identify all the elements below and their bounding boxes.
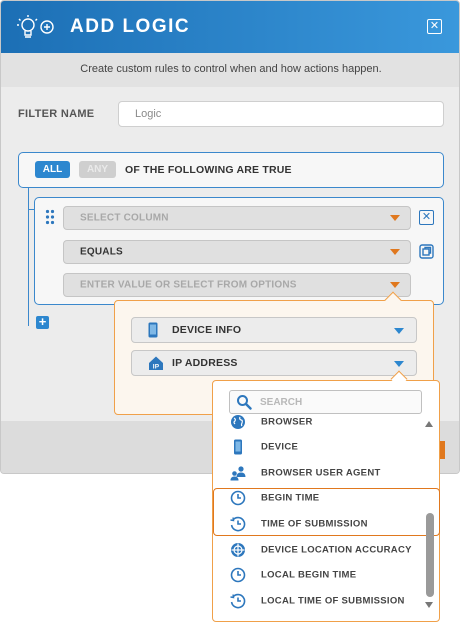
select-column-text: SELECT COLUMN bbox=[80, 212, 169, 224]
dialog-title: ADD LOGIC bbox=[70, 16, 191, 37]
list-item-label: LOCAL TIME OF SUBMISSION bbox=[261, 595, 405, 607]
list-item-device[interactable]: DEVICE bbox=[228, 435, 424, 459]
list-item-label: BEGIN TIME bbox=[261, 492, 320, 504]
clock-history-icon bbox=[230, 516, 246, 532]
all-toggle-button[interactable]: ALL bbox=[35, 161, 70, 178]
phone-icon bbox=[234, 439, 242, 455]
close-icon: ✕ bbox=[421, 211, 432, 223]
clock-icon bbox=[230, 490, 246, 506]
chevron-down-icon bbox=[390, 282, 400, 288]
value-placeholder-text: ENTER VALUE OR SELECT FROM OPTIONS bbox=[80, 279, 297, 291]
users-icon bbox=[230, 466, 246, 481]
scroll-down-arrow[interactable] bbox=[425, 602, 433, 608]
chevron-down-icon bbox=[390, 249, 400, 255]
filter-name-label: FILTER NAME bbox=[18, 108, 95, 120]
list-item-browser-user-agent[interactable]: BROWSER USER AGENT bbox=[228, 461, 424, 485]
list-item-label: TIME OF SUBMISSION bbox=[261, 518, 368, 530]
globe-icon bbox=[231, 415, 245, 429]
value-dropdown[interactable]: ENTER VALUE OR SELECT FROM OPTIONS bbox=[63, 273, 411, 297]
filter-name-input[interactable] bbox=[118, 101, 444, 127]
chevron-down-icon bbox=[390, 215, 400, 221]
chevron-down-icon bbox=[394, 328, 404, 334]
add-rule-button[interactable]: + bbox=[36, 315, 49, 329]
close-button[interactable]: ✕ bbox=[427, 19, 442, 34]
svg-text:IP: IP bbox=[153, 364, 160, 371]
list-item-label: BROWSER USER AGENT bbox=[261, 467, 381, 479]
operator-dropdown[interactable]: EQUALS bbox=[63, 240, 411, 264]
select-column-dropdown[interactable]: SELECT COLUMN bbox=[63, 206, 411, 230]
chevron-down-icon bbox=[394, 361, 404, 367]
ip-house-icon: IP bbox=[149, 356, 163, 371]
crosshair-icon bbox=[231, 543, 245, 557]
device-info-dropdown[interactable]: DEVICE INFO bbox=[131, 317, 417, 343]
condition-description: OF THE FOLLOWING ARE TRUE bbox=[125, 164, 292, 176]
drag-handle-icon[interactable] bbox=[45, 209, 55, 225]
scroll-up-arrow[interactable] bbox=[425, 421, 433, 427]
list-item-begin-time[interactable]: BEGIN TIME bbox=[228, 486, 424, 510]
list-item-label: DEVICE LOCATION ACCURACY bbox=[261, 544, 412, 556]
list-item-time-of-submission[interactable]: TIME OF SUBMISSION bbox=[228, 512, 424, 536]
clock-history-icon bbox=[230, 593, 246, 609]
duplicate-icon[interactable] bbox=[419, 244, 434, 259]
device-info-label: DEVICE INFO bbox=[172, 324, 242, 336]
close-icon: ✕ bbox=[429, 20, 440, 32]
ip-address-dropdown[interactable]: IP IP ADDRESS bbox=[131, 350, 417, 376]
lightbulb-gear-icon bbox=[17, 15, 54, 38]
dialog-header: ADD LOGIC ✕ bbox=[1, 1, 459, 53]
operator-text: EQUALS bbox=[80, 246, 123, 258]
clock-icon bbox=[230, 567, 246, 583]
ip-address-label: IP ADDRESS bbox=[172, 357, 238, 369]
scrollbar-thumb[interactable] bbox=[426, 513, 434, 597]
list-item-local-time-of-submission[interactable]: LOCAL TIME OF SUBMISSION bbox=[228, 589, 424, 613]
search-icon bbox=[237, 395, 252, 410]
list-item-label: BROWSER bbox=[261, 416, 313, 428]
any-toggle-button[interactable]: ANY bbox=[79, 161, 116, 178]
dialog-subtitle: Create custom rules to control when and … bbox=[80, 63, 382, 75]
list-item-browser[interactable]: BROWSER bbox=[228, 410, 424, 434]
list-item-label: DEVICE bbox=[261, 441, 299, 453]
list-item-local-begin-time[interactable]: LOCAL BEGIN TIME bbox=[228, 563, 424, 587]
list-item-label: LOCAL BEGIN TIME bbox=[261, 569, 357, 581]
list-item-device-location-accuracy[interactable]: DEVICE LOCATION ACCURACY bbox=[228, 538, 424, 562]
remove-rule-button[interactable]: ✕ bbox=[419, 210, 434, 225]
search-input[interactable] bbox=[260, 393, 410, 411]
phone-icon bbox=[148, 322, 158, 338]
